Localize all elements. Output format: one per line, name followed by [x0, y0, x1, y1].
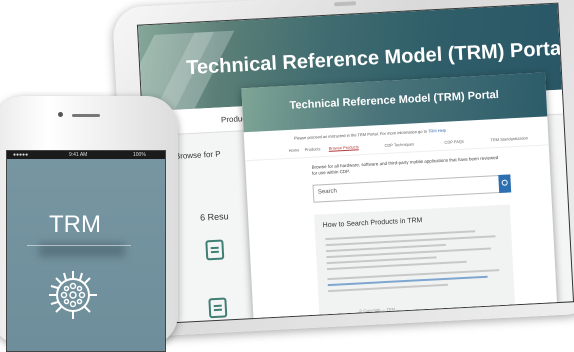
phone-camera [58, 112, 63, 117]
nav-cdp-techniques[interactable]: CDP Techniques [384, 141, 414, 148]
document-icon [205, 239, 225, 261]
phone-device: ●●●●● 9:41 AM 100% TRM [0, 96, 178, 352]
nav-products[interactable]: Products [305, 146, 321, 152]
phone-speaker [72, 114, 100, 117]
phone-screen: ●●●●● 9:41 AM 100% TRM [6, 150, 166, 352]
front-page-nav: Home Products Browse Products CDP Techni… [244, 132, 549, 162]
front-page-window: Technical Reference Model (TRM) Portal P… [241, 72, 558, 321]
background-results-count: 6 Resu [199, 211, 229, 223]
background-browse-text: Browse for P [174, 149, 221, 161]
search-icon[interactable] [498, 174, 512, 193]
nav-trm-standardization[interactable]: TRM Standardization [490, 135, 528, 142]
document-icon [208, 297, 228, 319]
phone-status-bar: ●●●●● 9:41 AM 100% [7, 151, 165, 159]
footer-text: © Copyright — TRM [359, 306, 396, 314]
tablet-camera [334, 1, 357, 7]
tablet-device: Technical Reference Model (TRM) Portal P… [112, 0, 574, 338]
search-placeholder: Search [317, 188, 338, 196]
how-to-panel: How to Search Products in TRM [314, 204, 516, 317]
nav-home[interactable]: Home [289, 147, 300, 153]
status-carrier: ●●●●● [13, 152, 29, 158]
nav-cdp-faqs[interactable]: CDP FAQs [444, 139, 464, 145]
search-input[interactable]: Search [312, 174, 512, 203]
nav-browse-products[interactable]: Browse Products [328, 144, 360, 152]
intro-text: Browse for all hardware, software and th… [311, 154, 499, 176]
notice-link[interactable]: TRM Help [428, 128, 446, 134]
status-battery: 100% [133, 152, 146, 158]
chip-icon [49, 271, 97, 319]
how-to-title: How to Search Products in TRM [322, 217, 423, 230]
phone-title: TRM [49, 211, 101, 238]
status-time: 9:41 AM [69, 152, 88, 158]
tablet-screen: Technical Reference Model (TRM) Portal P… [136, 2, 574, 325]
